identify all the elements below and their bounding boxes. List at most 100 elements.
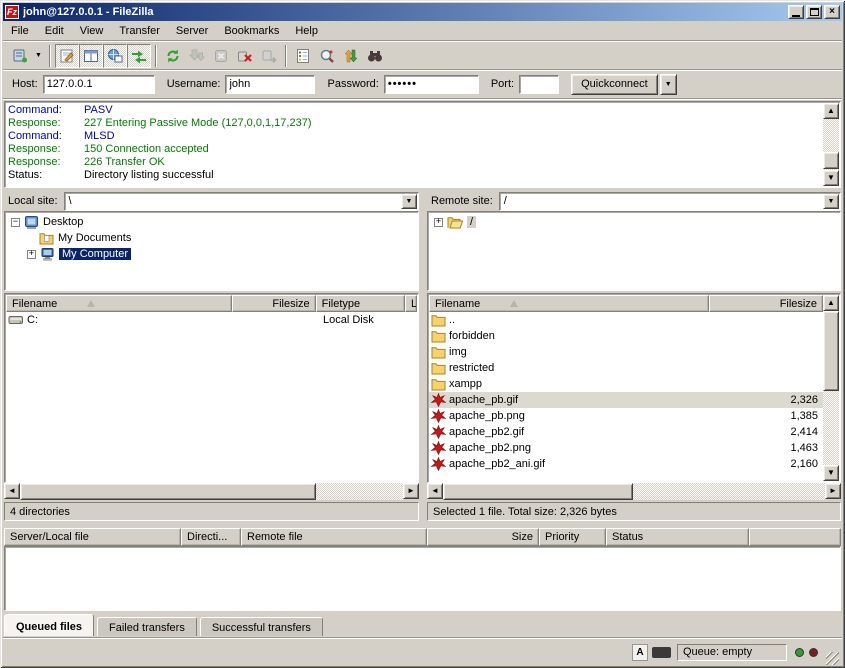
scroll-track[interactable] bbox=[316, 483, 403, 500]
transfer-type-indicator[interactable]: A bbox=[632, 644, 648, 661]
scroll-track[interactable] bbox=[823, 311, 839, 465]
scroll-track[interactable] bbox=[823, 119, 839, 170]
column-header-status[interactable]: Status bbox=[606, 528, 749, 546]
remote-file-row[interactable]: forbidden bbox=[429, 328, 823, 344]
resize-grip[interactable] bbox=[826, 652, 839, 665]
toggle-local-tree-button[interactable] bbox=[79, 44, 103, 68]
minimize-button[interactable] bbox=[788, 5, 804, 19]
remote-file-list[interactable]: Filename Filesize .. forbidden img restr… bbox=[427, 293, 841, 483]
remote-site-dropdown-button[interactable]: ▼ bbox=[823, 194, 839, 209]
remote-file-row[interactable]: apache_pb2.png 1,463 bbox=[429, 440, 823, 456]
column-header-server-local-file[interactable]: Server/Local file bbox=[4, 528, 181, 546]
port-input[interactable] bbox=[519, 75, 559, 94]
process-queue-button[interactable] bbox=[185, 44, 209, 68]
toggle-transfer-queue-button[interactable] bbox=[127, 44, 151, 68]
title-bar[interactable]: Fz john@127.0.0.1 - FileZilla × bbox=[3, 3, 842, 21]
column-header-filename[interactable]: Filename bbox=[6, 295, 232, 312]
scroll-right-button[interactable]: ► bbox=[825, 483, 841, 499]
find-files-button[interactable] bbox=[363, 44, 387, 68]
scroll-right-button[interactable]: ► bbox=[403, 483, 419, 499]
close-button[interactable]: × bbox=[824, 5, 840, 19]
scroll-up-button[interactable]: ▲ bbox=[823, 295, 839, 311]
remote-file-row-selected[interactable]: apache_pb.gif 2,326 bbox=[429, 392, 823, 408]
column-header-last-modified[interactable]: L bbox=[405, 295, 417, 312]
reconnect-button[interactable] bbox=[257, 44, 281, 68]
scroll-up-button[interactable]: ▲ bbox=[823, 103, 839, 119]
menu-bookmarks[interactable]: Bookmarks bbox=[216, 23, 287, 39]
remote-file-row[interactable]: xampp bbox=[429, 376, 823, 392]
remote-list-hscrollbar[interactable]: ◄ ► bbox=[427, 483, 841, 500]
remote-file-row[interactable]: apache_pb2_ani.gif 2,160 bbox=[429, 456, 823, 472]
expand-toggle[interactable]: + bbox=[434, 218, 443, 227]
scroll-thumb[interactable] bbox=[823, 152, 839, 169]
tab-failed-transfers[interactable]: Failed transfers bbox=[97, 617, 197, 636]
column-header-priority[interactable]: Priority bbox=[539, 528, 606, 546]
tree-item-root[interactable]: + / bbox=[430, 214, 838, 230]
remote-file-row[interactable]: restricted bbox=[429, 360, 823, 376]
menu-edit[interactable]: Edit bbox=[37, 23, 72, 39]
remote-list-scrollbar[interactable]: ▲ ▼ bbox=[823, 295, 839, 481]
column-header-direction[interactable]: Directi... bbox=[181, 528, 241, 546]
remote-site-combobox[interactable]: / ▼ bbox=[499, 192, 841, 211]
remote-file-row[interactable]: .. bbox=[429, 312, 823, 328]
message-log[interactable]: Command:PASV Response:227 Entering Passi… bbox=[4, 101, 841, 188]
scroll-left-button[interactable]: ◄ bbox=[427, 483, 443, 499]
site-manager-dropdown-button[interactable]: ▼ bbox=[32, 44, 45, 68]
tree-item-my-computer[interactable]: + My Computer bbox=[7, 246, 416, 262]
tree-item-desktop[interactable]: − Desktop bbox=[7, 214, 416, 230]
column-header-remote-file[interactable]: Remote file bbox=[241, 528, 427, 546]
scroll-left-button[interactable]: ◄ bbox=[4, 483, 20, 499]
menu-help[interactable]: Help bbox=[287, 23, 326, 39]
scroll-thumb[interactable] bbox=[20, 483, 316, 500]
tab-successful-transfers[interactable]: Successful transfers bbox=[200, 617, 323, 636]
scroll-track[interactable] bbox=[633, 483, 825, 500]
scroll-thumb[interactable] bbox=[823, 311, 839, 391]
toggle-remote-tree-button[interactable] bbox=[103, 44, 127, 68]
quickconnect-dropdown-button[interactable]: ▼ bbox=[660, 74, 677, 95]
local-file-list[interactable]: Filename Filesize Filetype L C: Local Di… bbox=[4, 293, 419, 483]
password-input[interactable] bbox=[384, 75, 479, 94]
filter-button[interactable] bbox=[291, 44, 315, 68]
column-header-filename[interactable]: Filename bbox=[429, 295, 709, 312]
sort-ascending-icon bbox=[510, 300, 518, 307]
local-site-dropdown-button[interactable]: ▼ bbox=[401, 194, 417, 209]
cancel-button[interactable] bbox=[209, 44, 233, 68]
toggle-message-log-button[interactable] bbox=[55, 44, 79, 68]
host-input[interactable] bbox=[43, 75, 155, 94]
local-list-hscrollbar[interactable]: ◄ ► bbox=[4, 483, 419, 500]
column-header-filesize[interactable]: Filesize bbox=[709, 295, 823, 312]
column-header-filesize[interactable]: Filesize bbox=[232, 295, 315, 312]
local-site-combobox[interactable]: \ ▼ bbox=[64, 192, 419, 211]
queue-list[interactable] bbox=[4, 546, 841, 611]
menu-view[interactable]: View bbox=[72, 23, 112, 39]
username-input[interactable] bbox=[225, 75, 315, 94]
menu-file[interactable]: File bbox=[3, 23, 37, 39]
column-header-filetype[interactable]: Filetype bbox=[316, 295, 405, 312]
scroll-down-button[interactable]: ▼ bbox=[823, 170, 839, 186]
remote-file-row[interactable]: apache_pb.png 1,385 bbox=[429, 408, 823, 424]
menu-server[interactable]: Server bbox=[168, 23, 216, 39]
scroll-thumb[interactable] bbox=[443, 483, 633, 500]
column-header-size[interactable]: Size bbox=[427, 528, 539, 546]
remote-file-row[interactable]: apache_pb2.gif 2,414 bbox=[429, 424, 823, 440]
scroll-left-icon: ◄ bbox=[431, 487, 439, 495]
maximize-button[interactable] bbox=[806, 5, 822, 19]
speed-limit-icon[interactable] bbox=[652, 647, 671, 658]
disconnect-button[interactable] bbox=[233, 44, 257, 68]
remote-directory-tree[interactable]: + / bbox=[427, 211, 841, 291]
remote-file-row[interactable]: img bbox=[429, 344, 823, 360]
local-directory-tree[interactable]: − Desktop My Documents + My Computer bbox=[4, 211, 419, 291]
scroll-down-button[interactable]: ▼ bbox=[823, 465, 839, 481]
synchronized-browsing-button[interactable] bbox=[339, 44, 363, 68]
directory-comparison-button[interactable] bbox=[315, 44, 339, 68]
tree-item-my-documents[interactable]: My Documents bbox=[7, 230, 416, 246]
quickconnect-button[interactable]: Quickconnect bbox=[571, 74, 658, 95]
expand-toggle[interactable]: + bbox=[27, 250, 36, 259]
collapse-toggle[interactable]: − bbox=[11, 218, 20, 227]
tab-queued-files[interactable]: Queued files bbox=[4, 614, 94, 636]
log-scrollbar[interactable]: ▲ ▼ bbox=[823, 103, 839, 186]
menu-transfer[interactable]: Transfer bbox=[111, 23, 168, 39]
local-file-row[interactable]: C: Local Disk bbox=[6, 312, 417, 328]
site-manager-button[interactable] bbox=[8, 44, 32, 68]
refresh-button[interactable] bbox=[161, 44, 185, 68]
